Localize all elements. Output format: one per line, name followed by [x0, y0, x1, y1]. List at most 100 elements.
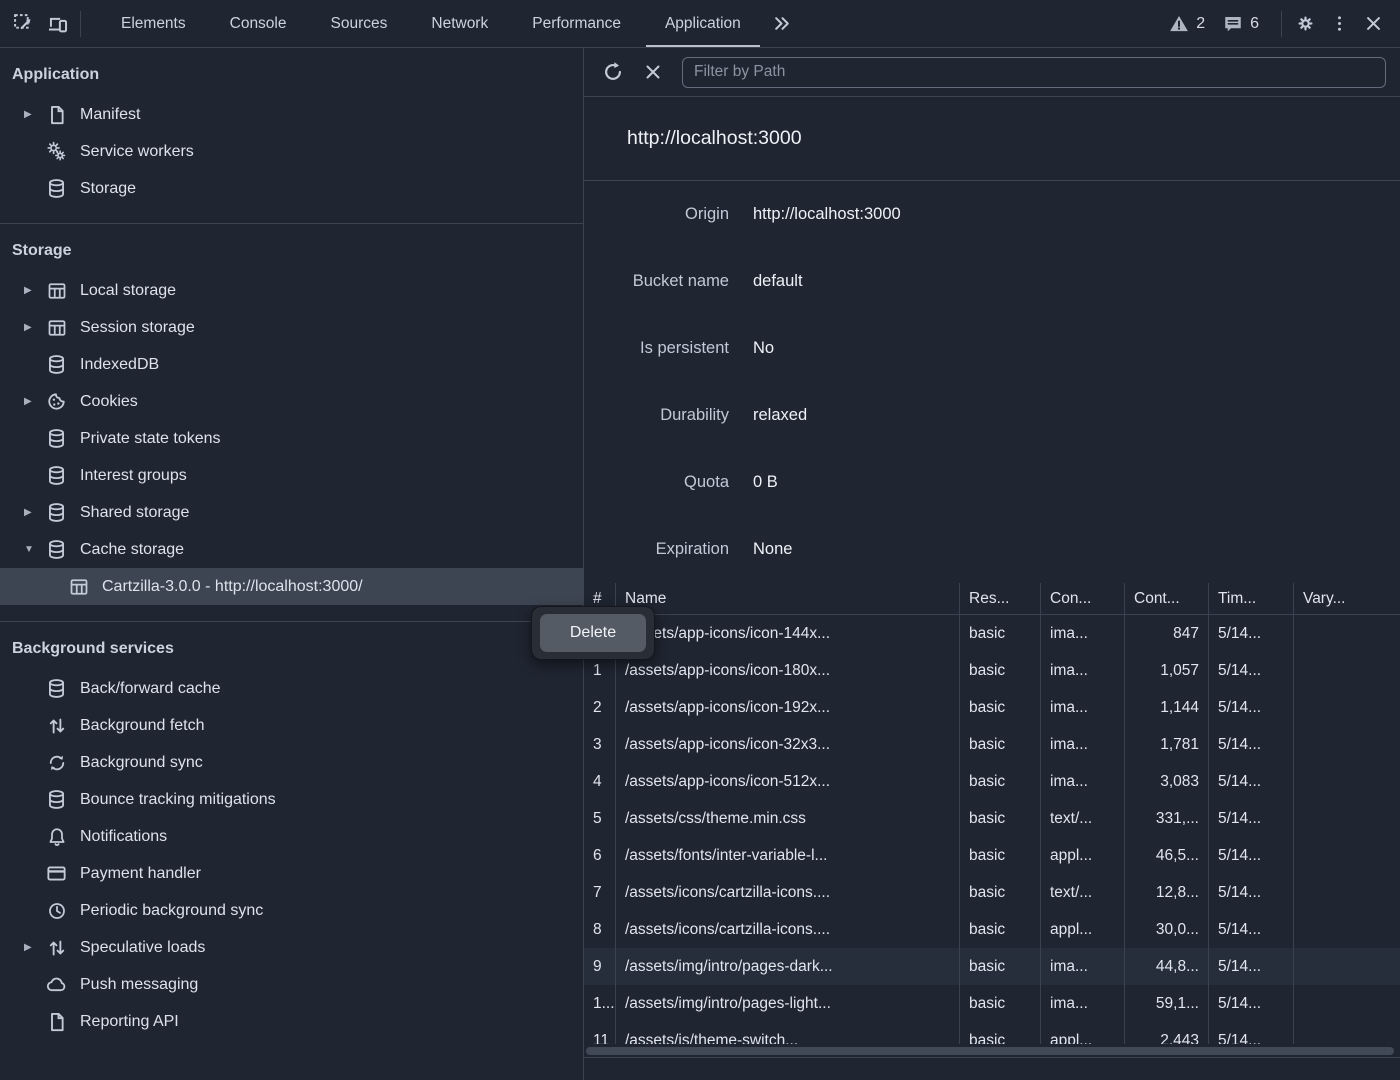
scrollbar-thumb[interactable]: [586, 1047, 1394, 1055]
sidebar-item-label: Speculative loads: [80, 939, 205, 957]
column-header-res[interactable]: Res...: [960, 583, 1041, 614]
table-cell: 2: [584, 689, 616, 726]
toggle-device-toolbar-button[interactable]: [40, 7, 74, 41]
more-tabs-button[interactable]: [765, 7, 799, 41]
sidebar-item-interest-groups[interactable]: Interest groups: [0, 457, 583, 494]
sidebar-item-background-sync[interactable]: Background sync: [0, 744, 583, 781]
table-row[interactable]: 9/assets/img/intro/pages-dark...basicima…: [584, 948, 1400, 985]
expander-collapsed-icon[interactable]: ▶: [24, 322, 46, 333]
sidebar-item-label: Interest groups: [80, 467, 187, 485]
table-row[interactable]: 11/assets/js/theme-switch...basicappl...…: [584, 1022, 1400, 1044]
meta-label: Durability: [584, 406, 729, 425]
sidebar-item-background-fetch[interactable]: Background fetch: [0, 707, 583, 744]
close-devtools-button[interactable]: [1356, 7, 1390, 41]
tab-sources[interactable]: Sources: [309, 0, 410, 47]
table-cell: 4: [584, 763, 616, 800]
sidebar-item-notifications[interactable]: Notifications: [0, 818, 583, 855]
table-cell: 1,781: [1125, 726, 1209, 763]
filter-by-path-input[interactable]: [682, 57, 1386, 88]
warnings-counter[interactable]: 2: [1163, 14, 1211, 34]
sidebar-item-back-forward-cache[interactable]: Back/forward cache: [0, 670, 583, 707]
sidebar-section-application: Application▶ManifestService workersStora…: [0, 48, 583, 224]
table-cell: /assets/img/intro/pages-light...: [616, 985, 960, 1022]
table-row[interactable]: 4/assets/app-icons/icon-512x...basicima.…: [584, 763, 1400, 800]
table-row[interactable]: 7/assets/icons/cartzilla-icons....basict…: [584, 874, 1400, 911]
table-row[interactable]: 3/assets/app-icons/icon-32x3...basicima.…: [584, 726, 1400, 763]
sidebar-item-manifest[interactable]: ▶Manifest: [0, 96, 583, 133]
table-cell: /assets/js/theme-switch...: [616, 1022, 960, 1044]
more-options-button[interactable]: [1322, 7, 1356, 41]
panel-toolbar: [584, 48, 1400, 97]
sidebar-item-reporting-api[interactable]: Reporting API: [0, 1003, 583, 1040]
table-row[interactable]: 1.../assets/img/intro/pages-light...basi…: [584, 985, 1400, 1022]
sidebar-item-bounce-tracking-mitigations[interactable]: Bounce tracking mitigations: [0, 781, 583, 818]
tab-network[interactable]: Network: [409, 0, 510, 47]
messages-counter[interactable]: 6: [1217, 14, 1265, 34]
column-header-vary[interactable]: Vary...: [1294, 583, 1400, 614]
table-cell: 44,8...: [1125, 948, 1209, 985]
clear-button[interactable]: [638, 57, 668, 87]
table-row[interactable]: 5/assets/css/theme.min.cssbasictext/...3…: [584, 800, 1400, 837]
table-cell: 12,8...: [1125, 874, 1209, 911]
table-cell: /assets/img/intro/pages-dark...: [616, 948, 960, 985]
inspect-element-button[interactable]: [6, 7, 40, 41]
column-header-name[interactable]: Name: [616, 583, 960, 614]
horizontal-scrollbar[interactable]: [584, 1044, 1400, 1058]
column-header-con[interactable]: Con...: [1041, 583, 1125, 614]
sidebar-item-session-storage[interactable]: ▶Session storage: [0, 309, 583, 346]
settings-button[interactable]: [1288, 7, 1322, 41]
expander-collapsed-icon[interactable]: ▶: [24, 285, 46, 296]
devtools-tabbar: ElementsConsoleSourcesNetworkPerformance…: [0, 0, 1400, 48]
expander-collapsed-icon[interactable]: ▶: [24, 507, 46, 518]
inspect-icon: [13, 13, 34, 34]
table-row[interactable]: 0/assets/app-icons/icon-144x...basicima.…: [584, 615, 1400, 652]
sidebar-item-label: Private state tokens: [80, 430, 221, 448]
table-cell: [1294, 911, 1400, 948]
table-cell: [1294, 800, 1400, 837]
tab-console[interactable]: Console: [208, 0, 309, 47]
sidebar-item-shared-storage[interactable]: ▶Shared storage: [0, 494, 583, 531]
column-header-tim[interactable]: Tim...: [1209, 583, 1294, 614]
section-title: Application: [0, 66, 583, 96]
table-cell: appl...: [1041, 1022, 1125, 1044]
context-menu-delete[interactable]: Delete: [540, 614, 646, 652]
tab-performance[interactable]: Performance: [510, 0, 643, 47]
table-cell: basic: [960, 911, 1041, 948]
tab-application[interactable]: Application: [643, 0, 763, 47]
table-cell: 5/14...: [1209, 726, 1294, 763]
sidebar-item-cartzilla-3-0-0-http-localhost-3000[interactable]: Cartzilla-3.0.0 - http://localhost:3000/: [0, 568, 583, 605]
sidebar-item-private-state-tokens[interactable]: Private state tokens: [0, 420, 583, 457]
refresh-button[interactable]: [598, 57, 628, 87]
sidebar-item-push-messaging[interactable]: Push messaging: [0, 966, 583, 1003]
sidebar-item-label: Periodic background sync: [80, 902, 263, 920]
sidebar-item-local-storage[interactable]: ▶Local storage: [0, 272, 583, 309]
tab-elements[interactable]: Elements: [99, 0, 208, 47]
close-icon: [1364, 14, 1383, 33]
table-row[interactable]: 1/assets/app-icons/icon-180x...basicima.…: [584, 652, 1400, 689]
table-row[interactable]: 8/assets/icons/cartzilla-icons....basica…: [584, 911, 1400, 948]
expander-collapsed-icon[interactable]: ▶: [24, 396, 46, 407]
table-cell: appl...: [1041, 837, 1125, 874]
table-cell: /assets/icons/cartzilla-icons....: [616, 874, 960, 911]
expander-expanded-icon[interactable]: ▼: [24, 544, 46, 555]
table-cell: basic: [960, 985, 1041, 1022]
sidebar-item-cache-storage[interactable]: ▼Cache storage: [0, 531, 583, 568]
sidebar-item-speculative-loads[interactable]: ▶ Speculative loads: [0, 929, 583, 966]
table-row[interactable]: 2/assets/app-icons/icon-192x...basicima.…: [584, 689, 1400, 726]
expander-collapsed-icon[interactable]: ▶: [24, 109, 46, 120]
meta-value: 0 B: [729, 473, 778, 492]
sidebar-item-storage[interactable]: Storage: [0, 170, 583, 207]
kebab-menu-icon: [1330, 14, 1349, 33]
table-cell: 5/14...: [1209, 837, 1294, 874]
expander-collapsed-icon[interactable]: ▶: [24, 942, 46, 953]
sidebar-item-periodic-background-sync[interactable]: Periodic background sync: [0, 892, 583, 929]
sidebar-item-label: IndexedDB: [80, 356, 159, 374]
sidebar-item-indexeddb[interactable]: IndexedDB: [0, 346, 583, 383]
table-row[interactable]: 6/assets/fonts/inter-variable-l...basica…: [584, 837, 1400, 874]
sidebar-item-payment-handler[interactable]: Payment handler: [0, 855, 583, 892]
sidebar-item-service-workers[interactable]: Service workers: [0, 133, 583, 170]
meta-value: No: [729, 339, 774, 358]
column-header-cont[interactable]: Cont...: [1125, 583, 1209, 614]
sidebar-item-cookies[interactable]: ▶Cookies: [0, 383, 583, 420]
panel-tabs: ElementsConsoleSourcesNetworkPerformance…: [99, 0, 763, 47]
